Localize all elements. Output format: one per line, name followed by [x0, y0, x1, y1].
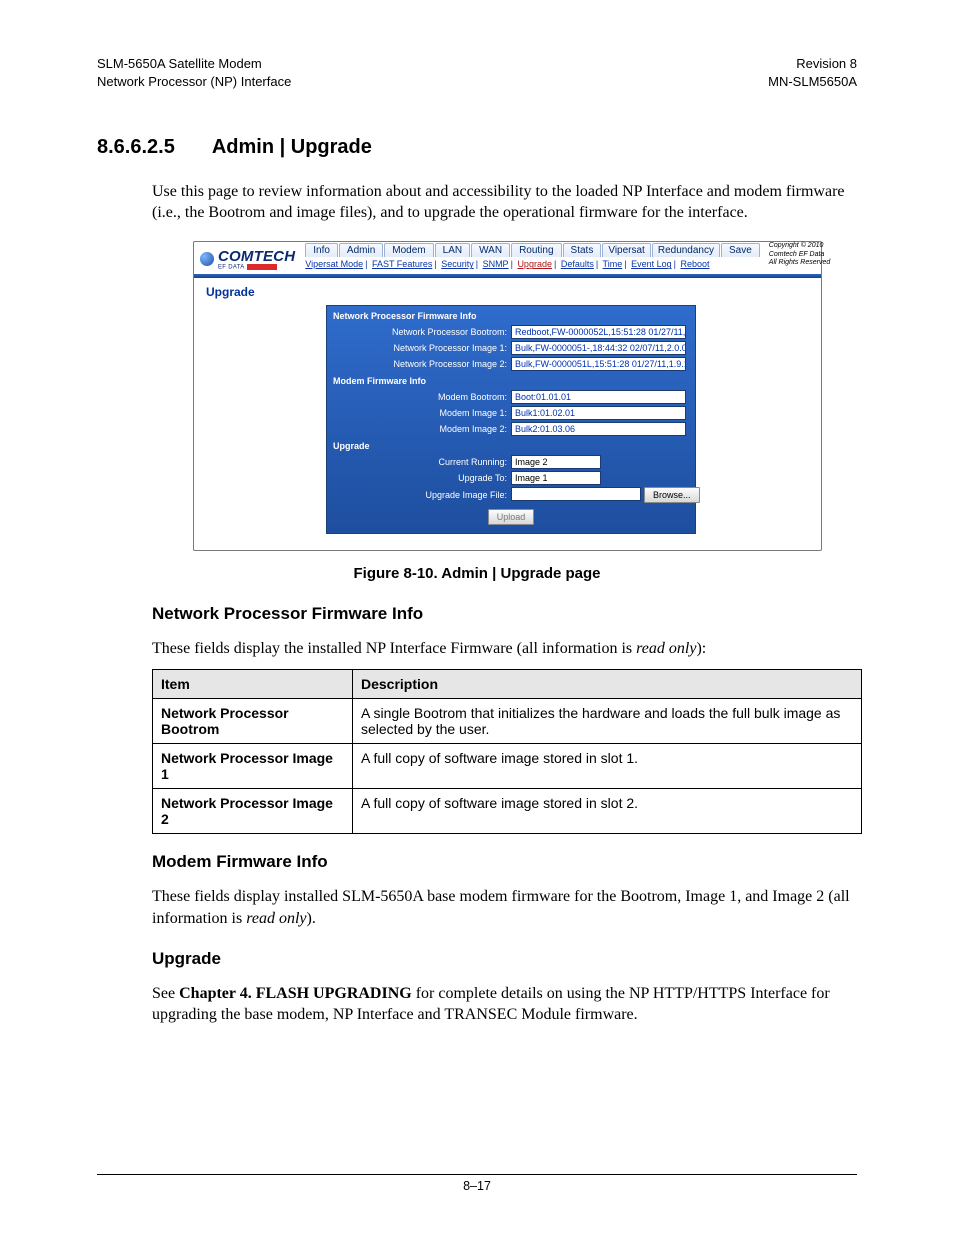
- table-desc-0: A single Bootrom that initializes the ha…: [353, 699, 862, 744]
- figure-caption: Figure 8-10. Admin | Upgrade page: [97, 565, 857, 582]
- runhdr-left-2: Network Processor (NP) Interface: [97, 74, 291, 89]
- upload-button[interactable]: Upload: [488, 509, 535, 525]
- modem-image2-label: Modem Image 2:: [329, 424, 511, 434]
- modem-bootrom-label: Modem Bootrom:: [329, 392, 511, 402]
- table-item-1: Network Processor Image 1: [153, 744, 353, 789]
- tab-lan[interactable]: LAN: [435, 243, 470, 257]
- tab-modem[interactable]: Modem: [384, 243, 433, 257]
- modem-fw-group-title: Modem Firmware Info: [329, 373, 693, 388]
- copyright-line-2: Comtech EF Data: [769, 251, 853, 259]
- current-running-label: Current Running:: [329, 457, 511, 467]
- np-intro-b: read only: [636, 640, 696, 657]
- tab-wan[interactable]: WAN: [471, 243, 510, 257]
- np-image1-value: Bulk,FW-0000051-,18:44:32 02/07/11,2.0.0…: [511, 341, 686, 355]
- upgrade-file-label: Upgrade Image File:: [329, 490, 511, 500]
- upgrade-text-b: Chapter 4. FLASH UPGRADING: [179, 985, 412, 1002]
- modem-image1-value: Bulk1:01.02.01: [511, 406, 686, 420]
- runhdr-right-2: MN-SLM5650A: [768, 74, 857, 89]
- brand-stripe-icon: [247, 264, 277, 270]
- upgrade-to-label: Upgrade To:: [329, 473, 511, 483]
- np-fw-group-title: Network Processor Firmware Info: [329, 308, 693, 323]
- upgrade-group-title: Upgrade: [329, 438, 693, 453]
- modem-text-a: These fields display installed SLM-5650A…: [152, 888, 828, 905]
- modem-bootrom-value: Boot:01.01.01: [511, 390, 686, 404]
- tab-admin[interactable]: Admin: [339, 243, 383, 257]
- table-row: Network Processor Image 2 A full copy of…: [153, 789, 862, 834]
- subnav-vipersat-mode[interactable]: Vipersat Mode: [305, 259, 363, 269]
- table-row: Network Processor Image 1 A full copy of…: [153, 744, 862, 789]
- subnav-defaults[interactable]: Defaults: [561, 259, 594, 269]
- np-intro-c: ):: [696, 640, 706, 657]
- upgrade-file-input[interactable]: [511, 487, 641, 501]
- np-image2-value: Bulk,FW-0000051L,15:51:28 01/27/11,1.9.1: [511, 357, 686, 371]
- np-section-title: Network Processor Firmware Info: [152, 604, 857, 624]
- subnav-snmp[interactable]: SNMP: [483, 259, 509, 269]
- subnav-event-log[interactable]: Event Log: [631, 259, 672, 269]
- np-description-table: Item Description Network Processor Bootr…: [152, 669, 862, 834]
- running-header: SLM-5650A Satellite Modem Network Proces…: [97, 55, 857, 90]
- subnav-upgrade[interactable]: Upgrade: [517, 259, 552, 269]
- browse-button[interactable]: Browse...: [644, 487, 700, 503]
- brand-name: COMTECH: [218, 248, 295, 265]
- intro-paragraph: Use this page to review information abou…: [152, 181, 857, 223]
- copyright-line-3: All Rights Reserved: [769, 259, 853, 267]
- footer-rule: [97, 1174, 857, 1175]
- runhdr-left-1: SLM-5650A Satellite Modem: [97, 56, 262, 71]
- np-image1-label: Network Processor Image 1:: [329, 343, 511, 353]
- section-heading: 8.6.6.2.5 Admin | Upgrade: [97, 136, 857, 159]
- tab-info[interactable]: Info: [305, 243, 338, 257]
- np-bootrom-label: Network Processor Bootrom:: [329, 327, 511, 337]
- tab-save[interactable]: Save: [721, 243, 760, 257]
- np-image2-label: Network Processor Image 2:: [329, 359, 511, 369]
- tab-routing[interactable]: Routing: [511, 243, 561, 257]
- sub-nav: Vipersat Mode| FAST Features| Security| …: [305, 258, 761, 269]
- table-row: Network Processor Bootrom A single Bootr…: [153, 699, 862, 744]
- upgrade-panel: Network Processor Firmware Info Network …: [326, 305, 696, 534]
- subnav-fast-features[interactable]: FAST Features: [372, 259, 432, 269]
- table-desc-2: A full copy of software image stored in …: [353, 789, 862, 834]
- modem-text-d: ).: [307, 910, 316, 927]
- modem-image1-label: Modem Image 1:: [329, 408, 511, 418]
- subnav-reboot[interactable]: Reboot: [680, 259, 709, 269]
- upgrade-section-text: See Chapter 4. FLASH UPGRADING for compl…: [152, 983, 857, 1025]
- table-item-0: Network Processor Bootrom: [153, 699, 353, 744]
- upgrade-section-title: Upgrade: [152, 949, 857, 969]
- brand-sub: EF DATA: [218, 265, 245, 271]
- modem-image2-value: Bulk2:01.03.06: [511, 422, 686, 436]
- tab-redundancy[interactable]: Redundancy: [652, 243, 720, 257]
- modem-section-text: These fields display installed SLM-5650A…: [152, 886, 857, 928]
- np-section-intro: These fields display the installed NP In…: [152, 638, 857, 659]
- screenshot-page-title: Upgrade: [206, 285, 809, 299]
- modem-text-c: read only: [246, 910, 306, 927]
- section-title: Admin | Upgrade: [212, 136, 372, 158]
- table-head-desc: Description: [353, 670, 862, 699]
- copyright-line-1: Copyright © 2010: [769, 242, 853, 250]
- current-running-value: Image 2: [511, 455, 601, 469]
- runhdr-right-1: Revision 8: [796, 56, 857, 71]
- tab-stats[interactable]: Stats: [563, 243, 602, 257]
- table-item-2: Network Processor Image 2: [153, 789, 353, 834]
- screenshot-panel: COMTECH EF DATA Copyright © 2010 Comtech…: [193, 241, 822, 551]
- upgrade-text-a: See: [152, 985, 179, 1002]
- upgrade-to-select[interactable]: Image 1: [511, 471, 601, 485]
- section-number: 8.6.6.2.5: [97, 136, 207, 159]
- brand-logo: COMTECH EF DATA: [194, 242, 301, 274]
- main-tabs: Info Admin Modem LAN WAN Routing Stats V…: [305, 243, 761, 257]
- table-desc-1: A full copy of software image stored in …: [353, 744, 862, 789]
- table-head-item: Item: [153, 670, 353, 699]
- tab-vipersat[interactable]: Vipersat: [602, 243, 651, 257]
- subnav-security[interactable]: Security: [441, 259, 474, 269]
- np-intro-a: These fields display the installed NP In…: [152, 640, 636, 657]
- subnav-time[interactable]: Time: [603, 259, 623, 269]
- np-bootrom-value: Redboot,FW-0000052L,15:51:28 01/27/11,1.…: [511, 325, 686, 339]
- page-number: 8–17: [0, 1179, 954, 1193]
- modem-section-title: Modem Firmware Info: [152, 852, 857, 872]
- globe-icon: [200, 252, 214, 266]
